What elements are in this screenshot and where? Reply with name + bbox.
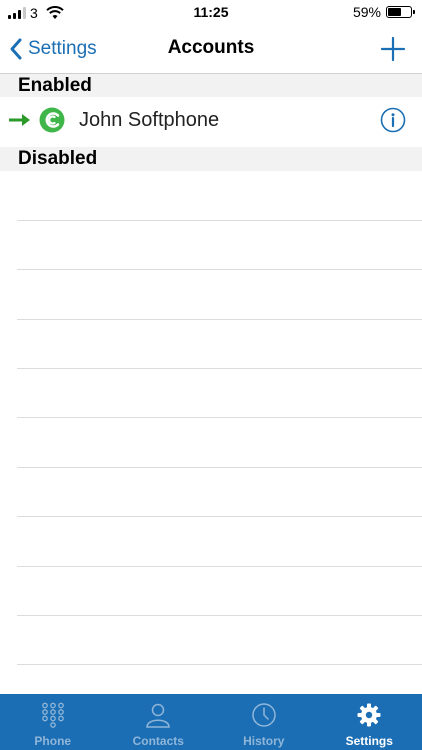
tab-label: Contacts bbox=[132, 734, 184, 748]
section-header-enabled: Enabled bbox=[0, 73, 422, 97]
tab-label: Phone bbox=[34, 734, 72, 748]
chevron-left-icon bbox=[10, 38, 22, 60]
list-separator bbox=[17, 467, 422, 468]
clock-icon bbox=[252, 703, 276, 727]
tab-settings[interactable]: Settings bbox=[317, 694, 422, 750]
default-account-arrow-icon bbox=[9, 114, 30, 126]
tab-phone[interactable]: Phone bbox=[0, 694, 106, 750]
tab-contacts[interactable]: Contacts bbox=[106, 694, 212, 750]
status-bar: 3 11:25 59% bbox=[0, 0, 422, 26]
battery-percent: 59% bbox=[352, 4, 381, 20]
section-header-disabled: Disabled bbox=[0, 147, 422, 171]
account-status-icon bbox=[39, 107, 65, 133]
list-separator bbox=[17, 664, 422, 665]
back-button[interactable]: Settings bbox=[8, 34, 97, 64]
list-separator bbox=[17, 220, 422, 221]
tab-label: Settings bbox=[345, 734, 393, 748]
person-icon bbox=[146, 703, 171, 728]
status-right: 59% bbox=[352, 4, 415, 20]
navigation-bar: Settings Accounts bbox=[0, 26, 422, 72]
list-separator bbox=[17, 516, 422, 517]
account-row[interactable]: John Softphone bbox=[0, 97, 422, 147]
info-icon[interactable] bbox=[380, 107, 406, 133]
tab-label: History bbox=[243, 734, 285, 748]
list-separator bbox=[17, 417, 422, 418]
list-separator bbox=[17, 269, 422, 270]
list-separator bbox=[17, 319, 422, 320]
tab-history[interactable]: History bbox=[211, 694, 317, 750]
list-separator bbox=[17, 615, 422, 616]
battery-icon bbox=[386, 6, 415, 18]
tab-bar: Phone Contacts History Settings bbox=[0, 694, 422, 750]
list-separator bbox=[17, 368, 422, 369]
list-separator bbox=[17, 566, 422, 567]
keypad-icon bbox=[41, 702, 64, 728]
gear-icon bbox=[357, 703, 381, 727]
add-account-button[interactable] bbox=[378, 34, 408, 64]
back-label: Settings bbox=[28, 38, 97, 59]
account-name: John Softphone bbox=[79, 109, 220, 131]
